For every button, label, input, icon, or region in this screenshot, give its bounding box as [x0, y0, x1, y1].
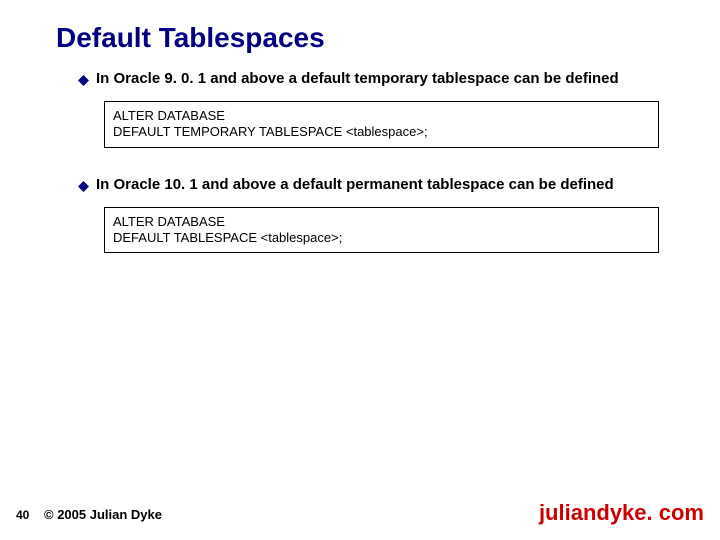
- website-text: juliandyke. com: [539, 500, 704, 526]
- code-box: ALTER DATABASE DEFAULT TABLESPACE <table…: [104, 207, 659, 254]
- slide: Default Tablespaces In Oracle 9. 0. 1 an…: [0, 0, 720, 540]
- bullet-item: In Oracle 9. 0. 1 and above a default te…: [78, 70, 678, 91]
- bullet-item: In Oracle 10. 1 and above a default perm…: [78, 176, 678, 197]
- diamond-bullet-icon: [78, 73, 96, 91]
- diamond-bullet-icon: [78, 179, 96, 197]
- code-line: DEFAULT TABLESPACE <tablespace>;: [113, 230, 650, 246]
- code-line: DEFAULT TEMPORARY TABLESPACE <tablespace…: [113, 124, 650, 140]
- copyright-text: © 2005 Julian Dyke: [44, 507, 162, 522]
- slide-content: In Oracle 9. 0. 1 and above a default te…: [78, 70, 678, 281]
- page-number: 40: [16, 508, 29, 522]
- bullet-text: In Oracle 9. 0. 1 and above a default te…: [96, 70, 619, 89]
- code-line: ALTER DATABASE: [113, 214, 650, 230]
- code-box: ALTER DATABASE DEFAULT TEMPORARY TABLESP…: [104, 101, 659, 148]
- code-line: ALTER DATABASE: [113, 108, 650, 124]
- bullet-text: In Oracle 10. 1 and above a default perm…: [96, 176, 614, 195]
- slide-title: Default Tablespaces: [56, 22, 325, 54]
